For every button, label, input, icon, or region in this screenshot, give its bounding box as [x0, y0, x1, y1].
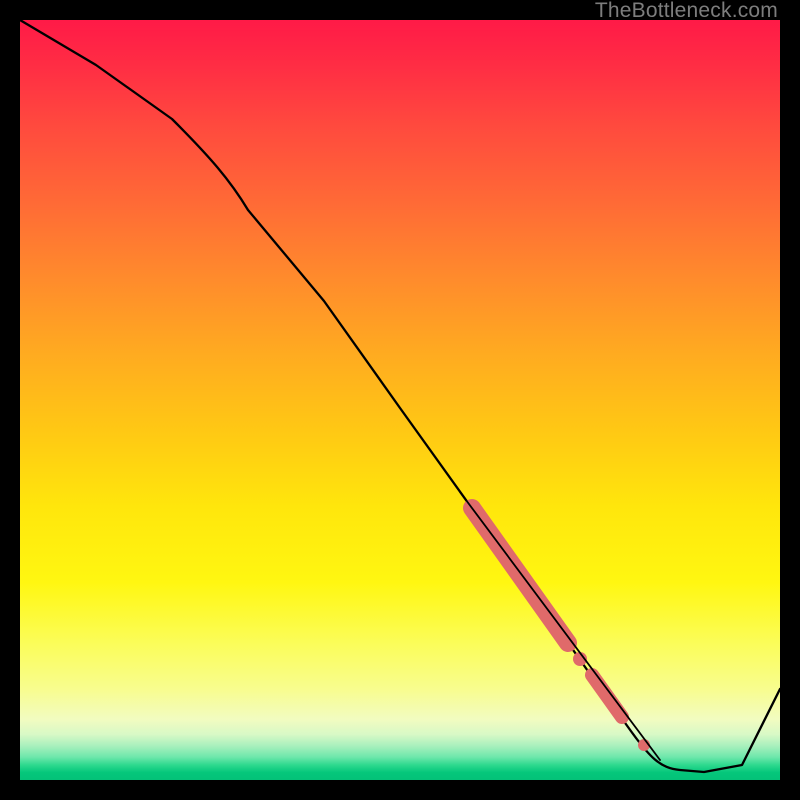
plot-area [20, 20, 780, 780]
bottleneck-curve-overlay [460, 492, 660, 760]
watermark-text: TheBottleneck.com [595, 0, 778, 22]
bottleneck-curve [20, 20, 780, 772]
highlight-segment-b [592, 675, 622, 717]
curve-layer [20, 20, 780, 780]
chart-frame: TheBottleneck.com [0, 0, 800, 800]
